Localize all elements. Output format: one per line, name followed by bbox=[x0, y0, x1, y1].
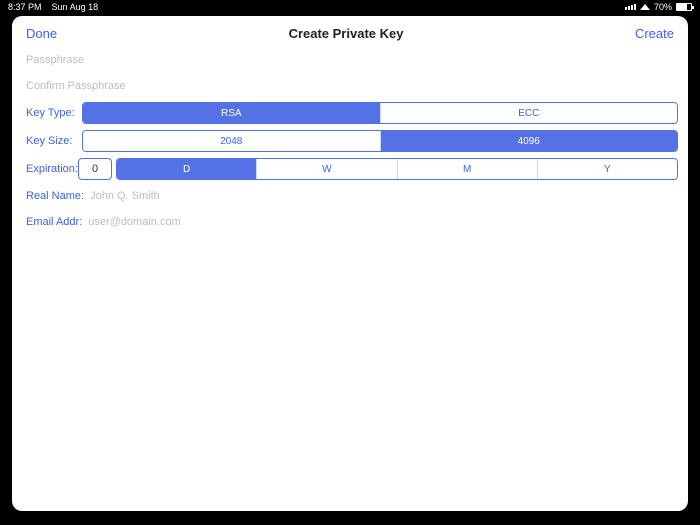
nav-bar: Done Create Private Key Create bbox=[12, 16, 688, 47]
key-type-rsa[interactable]: RSA bbox=[83, 103, 381, 123]
expiration-unit-segmented: D W M Y bbox=[116, 158, 678, 180]
key-type-ecc[interactable]: ECC bbox=[381, 103, 678, 123]
real-name-input[interactable] bbox=[90, 188, 674, 204]
key-type-label: Key Type: bbox=[16, 107, 78, 119]
email-label: Email Addr: bbox=[26, 216, 82, 228]
key-size-row: Key Size: 2048 4096 bbox=[16, 127, 684, 155]
confirm-passphrase-row bbox=[16, 73, 684, 99]
passphrase-input[interactable] bbox=[26, 52, 674, 68]
status-bar: 8:37 PM Sun Aug 18 70% bbox=[0, 0, 700, 14]
exp-unit-m[interactable]: M bbox=[398, 159, 538, 179]
exp-unit-y[interactable]: Y bbox=[538, 159, 677, 179]
email-input[interactable] bbox=[88, 214, 674, 230]
real-name-row: Real Name: bbox=[16, 183, 684, 209]
battery-percent: 70% bbox=[654, 2, 672, 12]
email-row: Email Addr: bbox=[16, 209, 684, 235]
exp-unit-d[interactable]: D bbox=[117, 159, 257, 179]
status-time: 8:37 PM bbox=[8, 2, 42, 12]
done-button[interactable]: Done bbox=[26, 26, 57, 41]
expiration-value-input[interactable] bbox=[78, 158, 112, 180]
create-button[interactable]: Create bbox=[635, 26, 674, 41]
status-right: 70% bbox=[625, 2, 692, 12]
key-type-segmented: RSA ECC bbox=[82, 102, 678, 124]
status-date: Sun Aug 18 bbox=[52, 2, 99, 12]
wifi-icon bbox=[640, 4, 650, 10]
key-size-label: Key Size: bbox=[16, 135, 78, 147]
key-size-2048[interactable]: 2048 bbox=[83, 131, 381, 151]
passphrase-row bbox=[16, 47, 684, 73]
expiration-label: Expiration: bbox=[16, 163, 78, 175]
status-time-date: 8:37 PM Sun Aug 18 bbox=[8, 2, 98, 12]
page-title: Create Private Key bbox=[289, 26, 404, 41]
exp-unit-w[interactable]: W bbox=[257, 159, 397, 179]
confirm-passphrase-input[interactable] bbox=[26, 78, 674, 94]
key-size-4096[interactable]: 4096 bbox=[381, 131, 678, 151]
create-key-modal: Done Create Private Key Create Key Type:… bbox=[12, 16, 688, 511]
key-size-segmented: 2048 4096 bbox=[82, 130, 678, 152]
expiration-row: Expiration: D W M Y bbox=[16, 155, 684, 183]
battery-icon bbox=[676, 3, 692, 11]
cellular-icon bbox=[625, 4, 636, 10]
key-type-row: Key Type: RSA ECC bbox=[16, 99, 684, 127]
real-name-label: Real Name: bbox=[26, 190, 84, 202]
form: Key Type: RSA ECC Key Size: 2048 4096 Ex… bbox=[12, 47, 688, 235]
